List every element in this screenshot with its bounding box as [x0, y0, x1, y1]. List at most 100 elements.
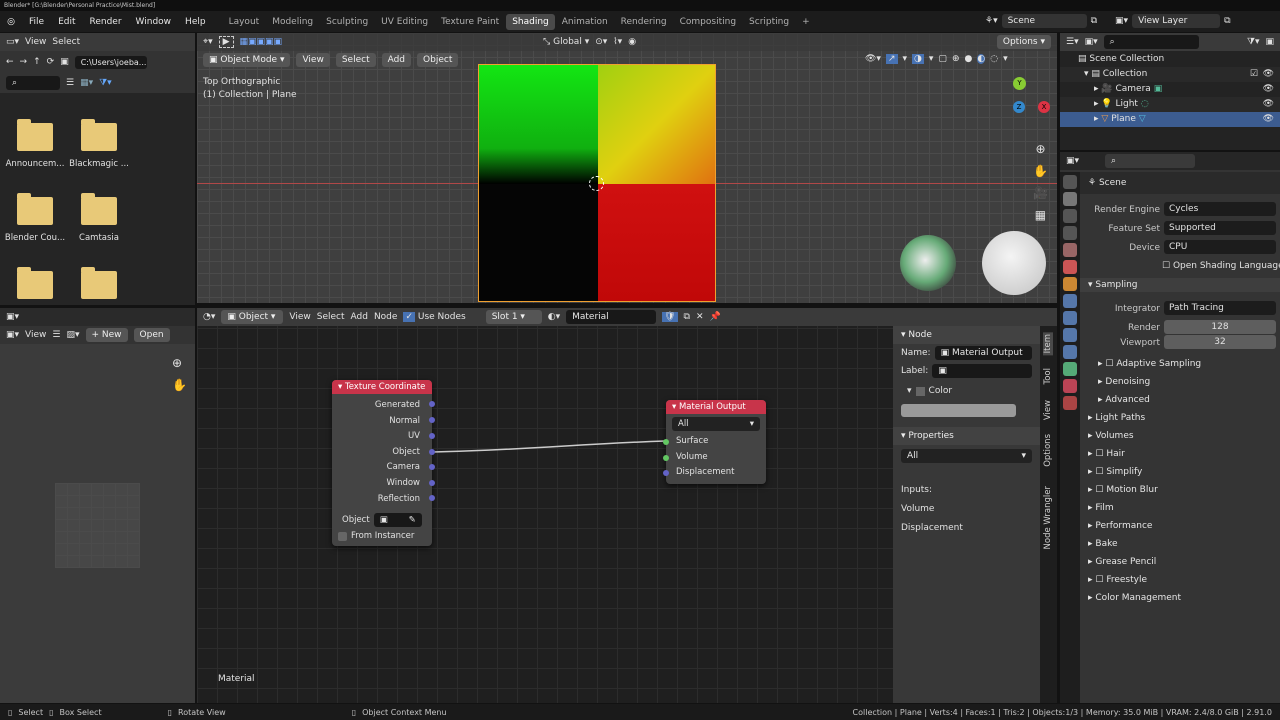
data-tab-icon[interactable] — [1063, 362, 1077, 376]
material-tab-icon[interactable] — [1063, 379, 1077, 393]
filter-icon[interactable]: ⧩▾ — [99, 78, 112, 88]
tab-texture-paint[interactable]: Texture Paint — [435, 14, 505, 30]
output-generated[interactable]: Generated — [332, 398, 420, 414]
material-shading-icon[interactable]: ◐ — [977, 54, 986, 64]
world-tab-icon[interactable] — [1063, 260, 1077, 274]
vp-menu-add[interactable]: Add — [381, 53, 412, 67]
simplify-panel[interactable]: ▸ ☐ Simplify — [1088, 467, 1142, 477]
performance-panel[interactable]: ▸ Performance — [1088, 521, 1152, 531]
gizmo-x[interactable]: X — [1038, 101, 1050, 113]
editor-type-icon[interactable]: ▣▾ — [1066, 156, 1079, 166]
tab-item[interactable]: Item — [1043, 332, 1053, 356]
device-dropdown[interactable]: CPU — [1164, 240, 1276, 254]
eye-icon[interactable]: 👁 — [1263, 82, 1274, 97]
ie-menu-icon[interactable]: ☰ — [52, 330, 60, 340]
file-item[interactable]: Blender Cou... — [4, 193, 66, 243]
constraints-tab-icon[interactable] — [1063, 345, 1077, 359]
rendered-shading-icon[interactable]: ◌ — [990, 54, 998, 64]
new-image-button[interactable]: + New — [85, 328, 128, 342]
npanel-target-dropdown[interactable]: All ▾ — [901, 449, 1032, 463]
tab-options[interactable]: Options — [1043, 434, 1053, 467]
pan-hand-icon[interactable]: ✋ — [1033, 160, 1048, 182]
osl-checkbox[interactable]: ☐ Open Shading Language — [1162, 258, 1280, 274]
editor-type-icon[interactable]: ⌖▾ — [203, 37, 213, 47]
adaptive-sampling-panel[interactable]: ▸ ☐ Adaptive Sampling — [1098, 359, 1201, 369]
new-scene-icon[interactable]: ⧉ — [1091, 16, 1097, 26]
outliner-collection[interactable]: ▾ ▤ Collection ☑ 👁 — [1060, 67, 1280, 82]
integrator-dropdown[interactable]: Path Tracing — [1164, 301, 1276, 315]
tab-shading[interactable]: Shading — [506, 13, 555, 30]
xray-icon[interactable]: ▢ — [938, 54, 947, 64]
film-panel[interactable]: ▸ Film — [1088, 503, 1114, 513]
ortho-toggle-icon[interactable]: ▦ — [1033, 204, 1048, 226]
camera-view-icon[interactable]: 🎥 — [1033, 182, 1048, 204]
eye-icon[interactable]: 👁 — [1263, 67, 1274, 82]
node-panel-header[interactable]: ▾ Node — [893, 326, 1040, 344]
ie-view-icon[interactable]: ▣▾ — [6, 330, 19, 340]
texture-tab-icon[interactable] — [1063, 396, 1077, 410]
outliner-scene-collection[interactable]: ▤ Scene Collection — [1060, 52, 1280, 67]
3d-cursor-icon[interactable] — [589, 176, 604, 191]
zoom-icon[interactable]: ⊕ — [172, 356, 182, 370]
file-item[interactable]: Blackmagic ... — [68, 119, 130, 169]
render-tab-icon[interactable] — [1063, 192, 1077, 206]
file-item[interactable]: Camtasia — [68, 193, 130, 243]
outliner-item-camera[interactable]: ▸ 🎥 Camera ▣ 👁 — [1060, 82, 1280, 97]
tab-compositing[interactable]: Compositing — [674, 14, 742, 30]
zoom-icon[interactable]: ⊕ — [1033, 138, 1048, 160]
node-editor[interactable]: ◔▾ ▣ Object ▾ View Select Add Node ✓ Use… — [197, 308, 1057, 703]
denoising-panel[interactable]: ▸ Denoising — [1098, 377, 1150, 387]
output-window[interactable]: Window — [332, 476, 420, 492]
new-folder-icon[interactable]: ▣ — [60, 57, 69, 67]
node-name-field[interactable]: ▣ Material Output — [934, 346, 1032, 360]
select-mode-icons[interactable]: ▦▣▣▣▣ — [240, 37, 283, 47]
properties-panel-header[interactable]: ▾ Properties — [893, 427, 1040, 445]
list-view-icon[interactable]: ☰ — [66, 78, 74, 88]
add-workspace-icon[interactable]: + — [796, 14, 816, 30]
outliner-search-input[interactable]: ⌕ — [1103, 35, 1199, 49]
vp-menu-select[interactable]: Select — [335, 53, 376, 67]
proportional-icon[interactable]: ◉ — [628, 37, 636, 47]
new-view-layer-icon[interactable]: ⧉ — [1224, 16, 1230, 26]
properties-search-input[interactable]: ⌕ — [1105, 154, 1196, 168]
vp-menu-view[interactable]: View — [296, 53, 330, 67]
options-dropdown[interactable]: Options ▾ — [996, 35, 1051, 49]
input-displacement[interactable]: Displacement — [676, 465, 766, 481]
motion-blur-panel[interactable]: ▸ ☐ Motion Blur — [1088, 485, 1158, 495]
solid-shading-icon[interactable]: ● — [964, 54, 972, 64]
node-header[interactable]: ▾ Texture Coordinate — [332, 380, 432, 394]
open-image-button[interactable]: Open — [133, 328, 170, 342]
output-uv[interactable]: UV — [332, 429, 420, 445]
scene-icon[interactable]: ⚘▾ — [985, 16, 998, 26]
freestyle-panel[interactable]: ▸ ☐ Freestyle — [1088, 575, 1147, 585]
new-collection-icon[interactable]: ▣ — [1265, 37, 1274, 47]
ie-menu-view[interactable]: View — [25, 330, 46, 340]
gizmo-toggle-icon[interactable]: ↗ — [885, 54, 898, 64]
image-browse-icon[interactable]: ▨▾ — [66, 330, 79, 340]
color-subpanel[interactable]: ▾ Color — [893, 380, 1040, 402]
menu-file[interactable]: File — [22, 17, 51, 27]
bake-panel[interactable]: ▸ Bake — [1088, 539, 1118, 549]
tab-scripting[interactable]: Scripting — [743, 14, 795, 30]
parent-icon[interactable]: ↑ — [33, 57, 41, 67]
outliner-filter-view-icon[interactable]: ▣▾ — [1085, 37, 1098, 47]
output-reflection[interactable]: Reflection — [332, 492, 420, 508]
orientation-dropdown[interactable]: ⤡ Global ▾ — [543, 37, 589, 47]
modifier-tab-icon[interactable] — [1063, 294, 1077, 308]
output-tab-icon[interactable] — [1063, 209, 1077, 223]
display-mode-icon[interactable]: ☰▾ — [1066, 37, 1079, 47]
tool-tab-icon[interactable] — [1063, 175, 1077, 189]
pan-hand-icon[interactable]: ✋ — [172, 378, 187, 392]
render-engine-dropdown[interactable]: Cycles — [1164, 202, 1276, 216]
view-layer-field[interactable]: View Layer — [1132, 14, 1221, 28]
scene-tab-icon[interactable] — [1063, 243, 1077, 257]
refresh-icon[interactable]: ⟳ — [47, 57, 55, 67]
view-layer-icon[interactable]: ▣▾ — [1115, 16, 1128, 26]
grease-pencil-panel[interactable]: ▸ Grease Pencil — [1088, 557, 1156, 567]
pivot-icon[interactable]: ⊙▾ — [595, 37, 607, 47]
overlay-toggle-icon[interactable]: ◑ — [912, 54, 924, 64]
target-dropdown[interactable]: All ▾ — [672, 417, 760, 431]
vp-menu-object[interactable]: Object — [417, 53, 459, 67]
fb-menu-view[interactable]: View — [25, 37, 46, 47]
particles-tab-icon[interactable] — [1063, 311, 1077, 325]
